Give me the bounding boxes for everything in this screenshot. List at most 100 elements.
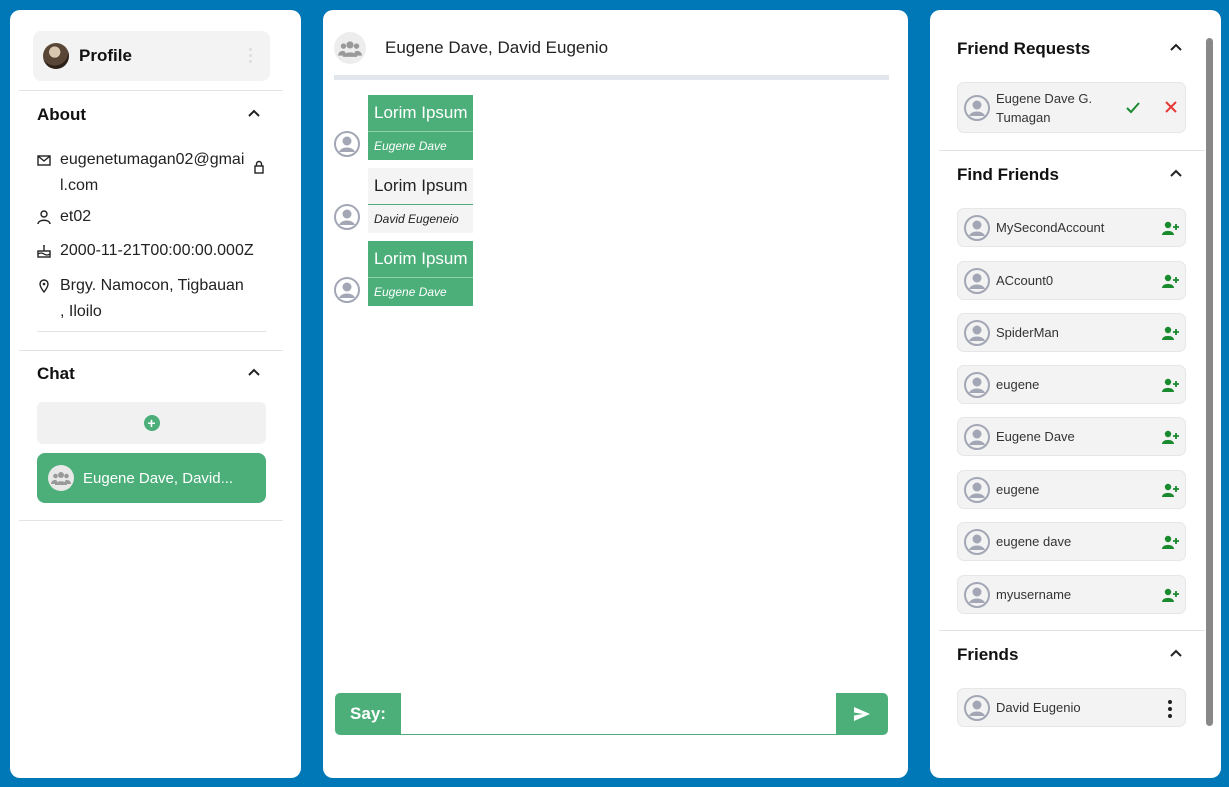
- profile-menu-icon[interactable]: [249, 48, 252, 63]
- close-icon[interactable]: [1164, 100, 1178, 114]
- friend-name: myusername: [996, 587, 1072, 602]
- person-add-icon[interactable]: [1161, 377, 1179, 393]
- friend-name: MySecondAccount: [996, 220, 1105, 235]
- chat-item-label: Eugene Dave, David...: [83, 469, 234, 487]
- chat-title: Eugene Dave, David Eugenio: [385, 38, 609, 57]
- message-bubble: Lorim Ipsum Eugene Dave: [368, 241, 473, 306]
- find-friend-item: eugene: [957, 470, 1186, 509]
- friend-item: David Eugenio: [957, 688, 1186, 727]
- find-friend-item: eugene: [957, 365, 1186, 404]
- friend-name: eugene: [996, 377, 1040, 392]
- chevron-up-icon[interactable]: [247, 365, 261, 379]
- add-circle-icon: +: [143, 415, 160, 431]
- person-add-icon[interactable]: [1161, 325, 1179, 341]
- chevron-up-icon[interactable]: [1169, 166, 1183, 180]
- message: Lorim Ipsum David Eugeneio: [334, 168, 473, 233]
- find-friend-item: ACcount0: [957, 261, 1186, 300]
- user-avatar-icon: [964, 267, 990, 294]
- user-avatar-icon: [964, 423, 990, 450]
- message-sender: Eugene Dave: [368, 277, 473, 306]
- message-sender: David Eugeneio: [368, 204, 473, 233]
- divider: [939, 630, 1205, 631]
- requester-name: Eugene Dave G. Tumagan: [996, 90, 1093, 125]
- scrollbar[interactable]: [1206, 38, 1213, 726]
- user-avatar-icon: [334, 277, 360, 303]
- person-add-icon[interactable]: [1161, 587, 1179, 603]
- find-friends-title: Find Friends: [957, 165, 1059, 184]
- chat-title: Chat: [37, 364, 75, 383]
- group-icon: [334, 32, 366, 64]
- user-avatar-icon: [964, 694, 990, 721]
- divider: [19, 520, 283, 521]
- friend-name: eugene: [996, 482, 1040, 497]
- user-avatar-icon: [334, 131, 360, 157]
- send-icon: [854, 707, 870, 721]
- right-panel: Friend Requests Eugene Dave G. Tumagan F…: [930, 10, 1221, 778]
- find-friend-item: Eugene Dave: [957, 417, 1186, 456]
- user-avatar-icon: [964, 319, 990, 346]
- about-birthday: 2000-11-21T00:00:00.000Z: [36, 238, 254, 264]
- about-email: eugenetumagan02@gmail.com: [36, 147, 245, 199]
- send-button[interactable]: [836, 693, 888, 735]
- check-icon[interactable]: [1125, 100, 1141, 116]
- username-text: et02: [60, 208, 92, 225]
- chat-header: Eugene Dave, David Eugenio: [334, 32, 608, 64]
- message-bubble: Lorim Ipsum David Eugeneio: [368, 168, 473, 233]
- divider: [37, 331, 266, 332]
- message: Lorim Ipsum Eugene Dave: [334, 241, 473, 306]
- person-add-icon[interactable]: [1161, 273, 1179, 289]
- user-icon: [37, 210, 51, 225]
- find-friend-item: eugene dave: [957, 522, 1186, 561]
- friends-title: Friends: [957, 645, 1019, 664]
- friend-name: ACcount0: [996, 273, 1054, 288]
- header-divider: [334, 75, 889, 80]
- chevron-up-icon[interactable]: [1169, 646, 1183, 660]
- group-icon: [48, 465, 74, 491]
- chevron-up-icon[interactable]: [247, 106, 261, 120]
- user-avatar-icon: [964, 528, 990, 555]
- about-username: et02: [36, 204, 91, 230]
- say-label: Say:: [335, 693, 401, 735]
- profile-title: Profile: [79, 46, 132, 65]
- message-composer: Say:: [335, 693, 888, 735]
- friend-name: Eugene Dave: [996, 429, 1075, 444]
- avatar: [43, 43, 69, 69]
- about-title: About: [37, 105, 87, 124]
- location-icon: [39, 279, 49, 294]
- find-friend-item: myusername: [957, 575, 1186, 614]
- find-friend-item: MySecondAccount: [957, 208, 1186, 247]
- chat-panel: Eugene Dave, David Eugenio Lorim Ipsum E…: [323, 10, 908, 778]
- user-avatar-icon: [964, 94, 990, 121]
- address-text: Brgy. Namocon, Tigbauan , Iloilo: [60, 277, 244, 320]
- message: Lorim Ipsum Eugene Dave: [334, 95, 473, 160]
- lock-icon: [254, 160, 264, 174]
- message-input[interactable]: [401, 693, 836, 735]
- profile-card[interactable]: Profile: [33, 31, 270, 81]
- chat-list-item[interactable]: Eugene Dave, David...: [37, 453, 266, 503]
- new-chat-button[interactable]: +: [37, 402, 266, 444]
- person-add-icon[interactable]: [1161, 534, 1179, 550]
- person-add-icon[interactable]: [1161, 220, 1179, 236]
- friend-request-item: Eugene Dave G. Tumagan: [957, 82, 1186, 133]
- cake-icon: [37, 245, 51, 258]
- more-vert-icon[interactable]: [1168, 700, 1172, 718]
- message-bubble: Lorim Ipsum Eugene Dave: [368, 95, 473, 160]
- friend-name: eugene dave: [996, 534, 1072, 549]
- divider: [19, 350, 283, 351]
- user-avatar-icon: [964, 581, 990, 608]
- mail-icon: [37, 155, 51, 166]
- about-address: Brgy. Namocon, Tigbauan , Iloilo: [36, 273, 245, 325]
- user-avatar-icon: [964, 476, 990, 503]
- birthday-text: 2000-11-21T00:00:00.000Z: [60, 242, 254, 259]
- person-add-icon[interactable]: [1161, 429, 1179, 445]
- friend-name: David Eugenio: [996, 700, 1081, 715]
- message-text: Lorim Ipsum: [368, 241, 473, 277]
- chevron-up-icon[interactable]: [1169, 40, 1183, 54]
- user-avatar-icon: [964, 371, 990, 398]
- email-text: eugenetumagan02@gmail.com: [60, 151, 245, 194]
- friend-requests-title: Friend Requests: [957, 39, 1091, 58]
- user-avatar-icon: [964, 214, 990, 241]
- find-friend-item: SpiderMan: [957, 313, 1186, 352]
- person-add-icon[interactable]: [1161, 482, 1179, 498]
- divider: [19, 90, 283, 91]
